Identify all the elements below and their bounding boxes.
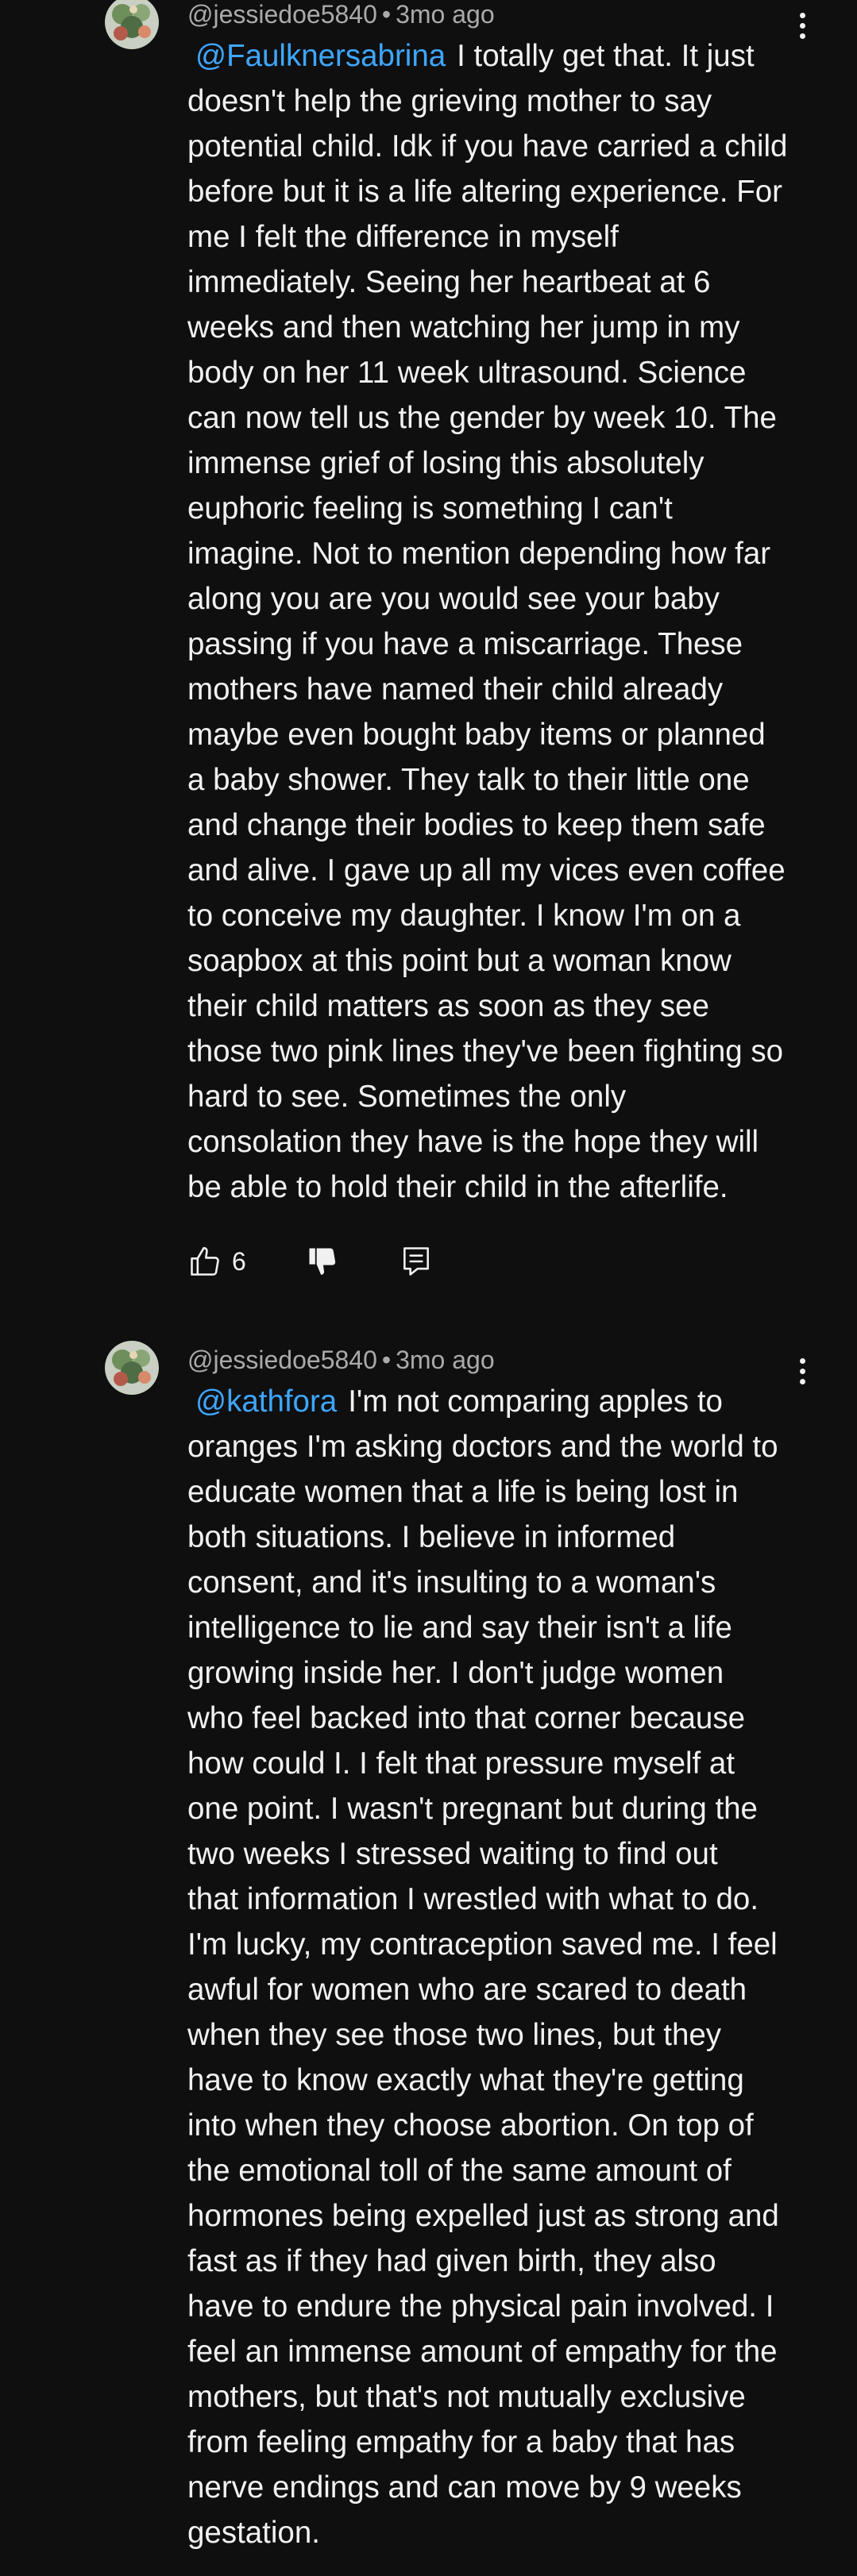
comment-header: @jessiedoe5840 • 3mo ago bbox=[187, 1346, 495, 1374]
header-separator: • bbox=[381, 1346, 392, 1374]
dislike-button[interactable] bbox=[305, 1244, 340, 1279]
comment-author[interactable]: @jessiedoe5840 bbox=[187, 1346, 377, 1374]
comment-author[interactable]: @jessiedoe5840 bbox=[187, 0, 377, 29]
comment-text-block: @kathfora I'm not comparing apples to ora… bbox=[187, 1379, 807, 2555]
avatar[interactable] bbox=[105, 1341, 159, 1395]
reply-button[interactable] bbox=[399, 1244, 434, 1279]
comment-actions: 6 bbox=[187, 1242, 434, 1281]
comment-time: 3mo ago bbox=[396, 0, 495, 29]
comment-header: @jessiedoe5840 • 3mo ago bbox=[187, 0, 495, 29]
like-count: 6 bbox=[232, 1246, 246, 1276]
thumbs-down-icon bbox=[305, 1244, 340, 1279]
comment-text: I'm not comparing apples to oranges I'm … bbox=[187, 1384, 779, 2550]
header-separator: • bbox=[381, 0, 392, 29]
mention-link[interactable]: @Faulknersabrina bbox=[195, 39, 446, 73]
comment-text-block: @Faulknersabrina I totally get that. It j… bbox=[187, 33, 807, 1210]
mention-link[interactable]: @kathfora bbox=[195, 1384, 337, 1419]
comment-text: I totally get that. It just doesn't help… bbox=[187, 39, 788, 1204]
like-button[interactable]: 6 bbox=[187, 1244, 246, 1279]
avatar[interactable] bbox=[105, 0, 159, 49]
reply-comment-icon bbox=[399, 1244, 434, 1279]
comment-time: 3mo ago bbox=[396, 1346, 495, 1374]
thumbs-up-icon bbox=[187, 1244, 222, 1279]
